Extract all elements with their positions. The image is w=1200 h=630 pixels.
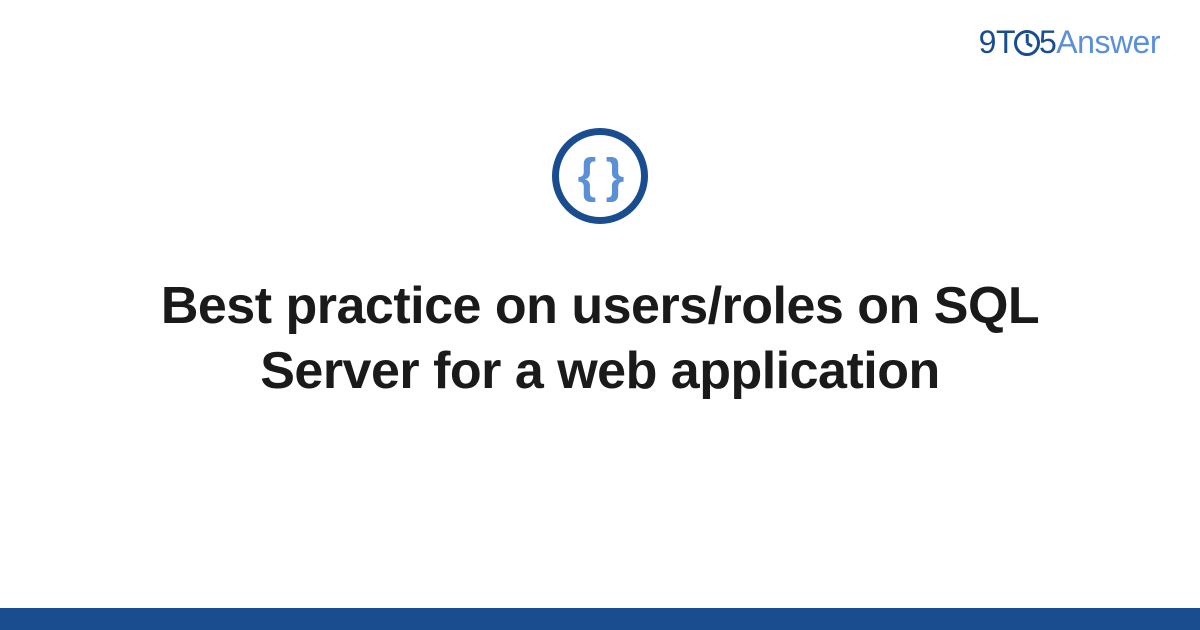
logo-five: 5 xyxy=(1039,24,1056,60)
braces-symbol: { } xyxy=(578,149,623,204)
footer-accent-bar xyxy=(0,608,1200,630)
page-title: Best practice on users/roles on SQL Serv… xyxy=(75,274,1125,404)
site-logo: 9T5Answer xyxy=(979,24,1160,61)
logo-answer: Answer xyxy=(1056,24,1160,60)
code-braces-icon: { } xyxy=(552,128,648,224)
logo-t: T xyxy=(996,24,1015,60)
logo-nine: 9 xyxy=(979,24,996,60)
main-content: { } Best practice on users/roles on SQL … xyxy=(0,128,1200,404)
clock-icon xyxy=(1014,30,1040,56)
